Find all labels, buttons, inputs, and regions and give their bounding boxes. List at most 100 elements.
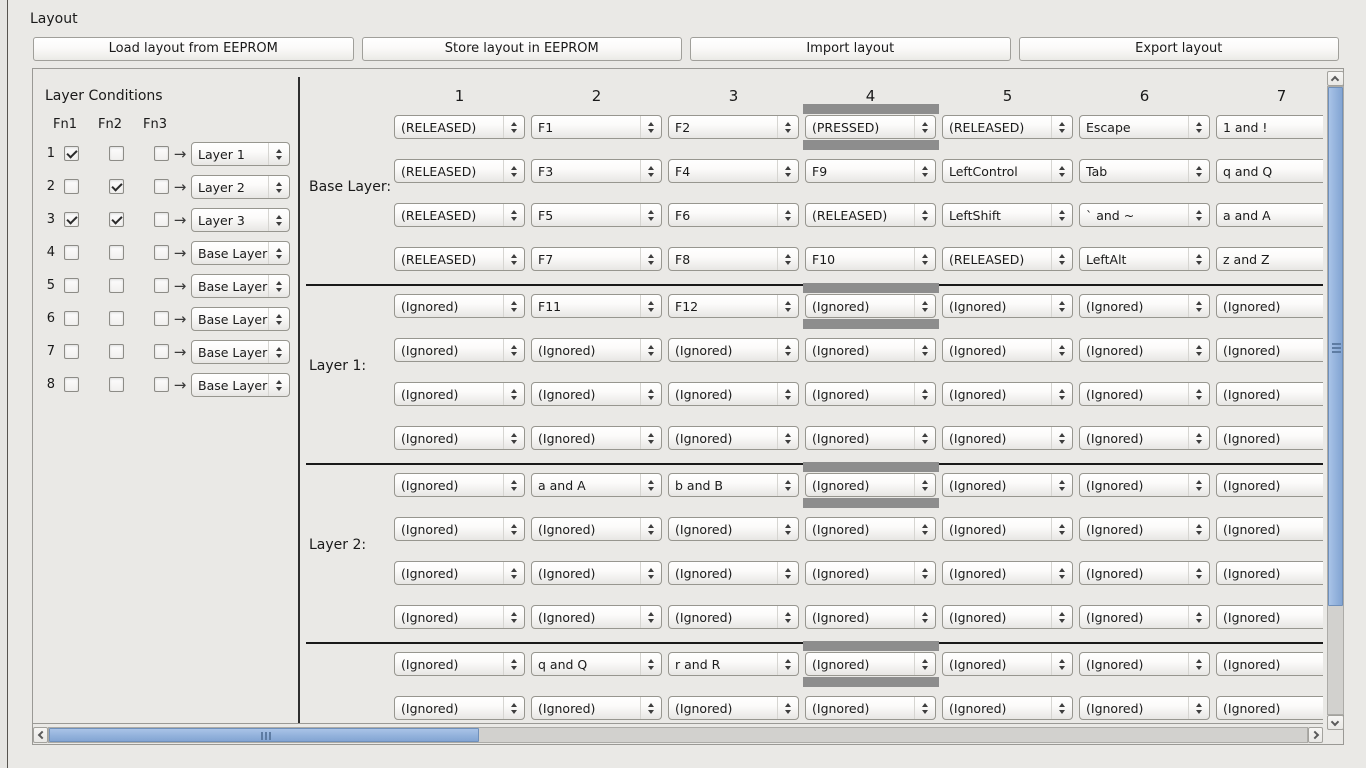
layer-target-select[interactable]: Layer 2 xyxy=(191,175,290,199)
keymap-select[interactable]: (Ignored) xyxy=(1079,605,1210,629)
fn1-checkbox[interactable] xyxy=(64,377,79,392)
keymap-select[interactable]: 1 and ! xyxy=(1216,115,1323,139)
keymap-select[interactable]: (Ignored) xyxy=(1216,426,1323,450)
keymap-select[interactable]: F4 xyxy=(668,159,799,183)
keymap-select[interactable]: (Ignored) xyxy=(942,561,1073,585)
layer-target-select[interactable]: Base Layer xyxy=(191,307,290,331)
keymap-select[interactable]: (RELEASED) xyxy=(942,247,1073,271)
keymap-select[interactable]: (Ignored) xyxy=(394,426,525,450)
keymap-select[interactable]: (Ignored) xyxy=(942,605,1073,629)
keymap-select[interactable]: (Ignored) xyxy=(1079,517,1210,541)
fn2-checkbox[interactable] xyxy=(109,179,124,194)
keymap-select[interactable]: (Ignored) xyxy=(1216,338,1323,362)
fn2-checkbox[interactable] xyxy=(109,311,124,326)
vertical-scrollbar[interactable] xyxy=(1327,71,1344,730)
keymap-select[interactable]: LeftShift xyxy=(942,203,1073,227)
keymap-select[interactable]: (Ignored) xyxy=(942,382,1073,406)
layer-target-select[interactable]: Layer 3 xyxy=(191,208,290,232)
keymap-select[interactable]: (Ignored) xyxy=(805,652,936,676)
fn2-checkbox[interactable] xyxy=(109,278,124,293)
keymap-select[interactable]: (Ignored) xyxy=(805,473,936,497)
keymap-select[interactable]: (Ignored) xyxy=(942,294,1073,318)
keymap-select[interactable]: q and Q xyxy=(1216,159,1323,183)
store-layout-in-eeprom-button[interactable]: Store layout in EEPROM xyxy=(362,37,683,61)
keymap-select[interactable]: (Ignored) xyxy=(1216,605,1323,629)
keymap-select[interactable]: (Ignored) xyxy=(531,338,662,362)
keymap-select[interactable]: a and A xyxy=(531,473,662,497)
keymap-select[interactable]: Tab xyxy=(1079,159,1210,183)
keymap-select[interactable]: F3 xyxy=(531,159,662,183)
keymap-select[interactable]: (Ignored) xyxy=(1079,294,1210,318)
keymap-select[interactable]: (Ignored) xyxy=(531,382,662,406)
keymap-select[interactable]: (Ignored) xyxy=(394,338,525,362)
keymap-select[interactable]: F10 xyxy=(805,247,936,271)
keymap-select[interactable]: (Ignored) xyxy=(942,473,1073,497)
keymap-select[interactable]: (Ignored) xyxy=(942,696,1073,720)
layer-target-select[interactable]: Base Layer xyxy=(191,340,290,364)
keymap-select[interactable]: (Ignored) xyxy=(394,605,525,629)
keymap-select[interactable]: (RELEASED) xyxy=(394,159,525,183)
fn3-checkbox[interactable] xyxy=(154,146,169,161)
layer-target-select[interactable]: Base Layer xyxy=(191,373,290,397)
fn2-checkbox[interactable] xyxy=(109,212,124,227)
keymap-select[interactable]: F1 xyxy=(531,115,662,139)
keymap-select[interactable]: F8 xyxy=(668,247,799,271)
import-layout-button[interactable]: Import layout xyxy=(690,37,1011,61)
keymap-select[interactable]: (RELEASED) xyxy=(394,247,525,271)
horizontal-scrollbar-thumb[interactable] xyxy=(49,728,479,742)
fn3-checkbox[interactable] xyxy=(154,212,169,227)
keymap-select[interactable]: (Ignored) xyxy=(394,517,525,541)
keymap-select[interactable]: Escape xyxy=(1079,115,1210,139)
keymap-select[interactable]: (Ignored) xyxy=(942,652,1073,676)
keymap-select[interactable]: (RELEASED) xyxy=(942,115,1073,139)
keymap-select[interactable]: ` and ~ xyxy=(1079,203,1210,227)
keymap-select[interactable]: F6 xyxy=(668,203,799,227)
keymap-select[interactable]: (PRESSED) xyxy=(805,115,936,139)
fn3-checkbox[interactable] xyxy=(154,245,169,260)
keymap-select[interactable]: F11 xyxy=(531,294,662,318)
keymap-select[interactable]: (Ignored) xyxy=(1079,473,1210,497)
keymap-select[interactable]: (Ignored) xyxy=(394,473,525,497)
fn1-checkbox[interactable] xyxy=(64,179,79,194)
fn1-checkbox[interactable] xyxy=(64,344,79,359)
keymap-select[interactable]: F5 xyxy=(531,203,662,227)
scroll-left-button[interactable] xyxy=(33,727,48,743)
keymap-select[interactable]: (Ignored) xyxy=(942,426,1073,450)
keymap-select[interactable]: (Ignored) xyxy=(394,294,525,318)
keymap-select[interactable]: LeftControl xyxy=(942,159,1073,183)
keymap-select[interactable]: z and Z xyxy=(1216,247,1323,271)
vertical-scrollbar-track[interactable] xyxy=(1327,86,1344,715)
keymap-select[interactable]: F12 xyxy=(668,294,799,318)
keymap-select[interactable]: F2 xyxy=(668,115,799,139)
fn2-checkbox[interactable] xyxy=(109,245,124,260)
keymap-select[interactable]: (Ignored) xyxy=(1079,561,1210,585)
scroll-up-button[interactable] xyxy=(1327,71,1344,86)
fn2-checkbox[interactable] xyxy=(109,377,124,392)
vertical-scrollbar-thumb[interactable] xyxy=(1328,87,1343,606)
layer-target-select[interactable]: Base Layer xyxy=(191,241,290,265)
keymap-select[interactable]: (RELEASED) xyxy=(805,203,936,227)
keymap-select[interactable]: (Ignored) xyxy=(942,338,1073,362)
keymap-select[interactable]: (Ignored) xyxy=(668,426,799,450)
fn1-checkbox[interactable] xyxy=(64,212,79,227)
keymap-select[interactable]: (Ignored) xyxy=(531,696,662,720)
scroll-down-button[interactable] xyxy=(1327,715,1344,730)
keymap-select[interactable]: b and B xyxy=(668,473,799,497)
keymap-select[interactable]: (Ignored) xyxy=(1216,294,1323,318)
keymap-select[interactable]: (Ignored) xyxy=(531,426,662,450)
keymap-select[interactable]: (Ignored) xyxy=(1079,338,1210,362)
export-layout-button[interactable]: Export layout xyxy=(1019,37,1340,61)
keymap-select[interactable]: (Ignored) xyxy=(668,561,799,585)
fn1-checkbox[interactable] xyxy=(64,146,79,161)
keymap-select[interactable]: LeftAlt xyxy=(1079,247,1210,271)
fn3-checkbox[interactable] xyxy=(154,278,169,293)
horizontal-scrollbar[interactable] xyxy=(33,727,1323,743)
keymap-select[interactable]: (Ignored) xyxy=(1216,652,1323,676)
keymap-select[interactable]: (Ignored) xyxy=(668,605,799,629)
keymap-select[interactable]: (Ignored) xyxy=(531,561,662,585)
keymap-select[interactable]: (Ignored) xyxy=(668,696,799,720)
load-layout-from-eeprom-button[interactable]: Load layout from EEPROM xyxy=(33,37,354,61)
fn2-checkbox[interactable] xyxy=(109,344,124,359)
keymap-select[interactable]: (Ignored) xyxy=(1216,517,1323,541)
keymap-select[interactable]: (Ignored) xyxy=(394,652,525,676)
